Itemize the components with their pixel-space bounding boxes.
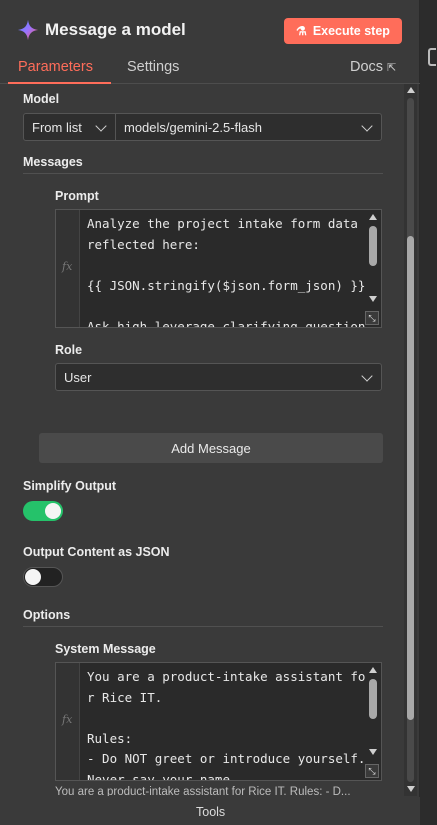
node-panel: Message a model ⚗ Execute step Parameter… [0,0,420,825]
editor-scrollbar[interactable] [367,212,379,304]
tab-parameters[interactable]: Parameters [18,59,93,75]
output-json-label: Output Content as JSON [23,545,170,559]
scroll-up-icon [369,667,377,673]
model-label: Model [23,92,60,106]
expression-fx-icon: fx [62,713,73,726]
output-json-toggle[interactable] [23,567,63,587]
bracket-icon [428,48,436,66]
prompt-text[interactable]: Analyze the project intake form data ref… [87,214,369,327]
gemini-logo-icon [17,19,39,41]
model-mode-value: From list [32,119,82,135]
prompt-editor[interactable]: fx Analyze the project intake form data … [55,209,382,328]
tools-label[interactable]: Tools [196,805,225,819]
flask-icon: ⚗ [296,24,307,38]
external-link-icon: ⇱ [387,61,397,74]
model-select[interactable]: models/gemini-2.5-flash [115,113,382,141]
node-title: Message a model [45,20,186,39]
prompt-label: Prompt [55,189,99,203]
tab-bar: Parameters Settings Docs ⇱ [0,54,420,84]
scroll-down-icon[interactable] [407,786,415,792]
system-message-editor[interactable]: fx You are a product-intake assistant fo… [55,662,382,781]
scroll-down-icon [369,749,377,755]
scroll-thumb[interactable] [369,679,377,719]
system-message-preview: You are a product-intake assistant for R… [55,786,351,796]
model-value: models/gemini-2.5-flash [124,119,263,135]
system-message-label: System Message [55,642,156,656]
add-message-button[interactable]: Add Message [39,433,383,463]
chevron-down-icon [361,120,373,132]
scroll-up-icon[interactable] [407,87,415,93]
execute-step-label: Execute step [312,24,390,38]
scroll-thumb[interactable] [407,236,414,720]
docs-link[interactable]: Docs ⇱ [350,59,396,75]
expand-editor-icon[interactable]: ⤡ [365,764,379,778]
role-label: Role [55,343,83,357]
panel-footer: Tools [0,797,420,825]
simplify-output-label: Simplify Output [23,479,117,493]
parameters-content: Model From list models/gemini-2.5-flash … [0,84,404,796]
scroll-thumb[interactable] [369,226,377,266]
toggle-knob [45,503,61,519]
role-select[interactable]: User [55,363,382,391]
panel-scrollbar[interactable] [404,84,417,796]
options-divider [23,626,383,627]
expression-fx-icon: fx [62,260,73,273]
toggle-knob [25,569,41,585]
chevron-down-icon [95,120,107,132]
scroll-down-icon [369,296,377,302]
canvas-edge [420,0,437,825]
messages-divider [23,173,383,174]
system-message-text[interactable]: You are a product-intake assistant for R… [87,667,369,780]
editor-scrollbar[interactable] [367,665,379,757]
options-label: Options [23,608,71,622]
simplify-output-toggle[interactable] [23,501,63,521]
docs-label: Docs [350,59,384,75]
chevron-down-icon [361,370,373,382]
model-mode-select[interactable]: From list [23,113,116,141]
expand-editor-icon[interactable]: ⤡ [365,311,379,325]
tab-settings[interactable]: Settings [127,59,179,75]
execute-step-button[interactable]: ⚗ Execute step [284,18,402,44]
role-value: User [64,369,92,385]
scroll-up-icon [369,214,377,220]
messages-label: Messages [23,155,83,169]
panel-header: Message a model ⚗ Execute step [0,0,420,62]
